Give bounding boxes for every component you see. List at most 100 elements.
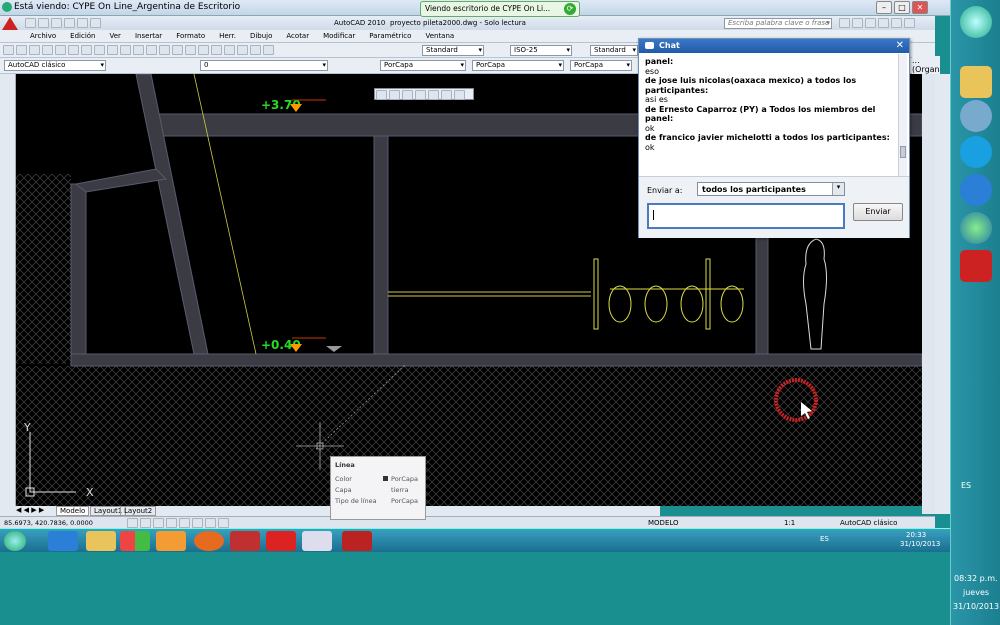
chat-close-icon[interactable]: ✕ — [896, 40, 904, 51]
folder-icon[interactable] — [960, 66, 992, 98]
ortho-toggle[interactable] — [153, 518, 164, 528]
polar-toggle[interactable] — [166, 518, 177, 528]
taskbar-windows-icon[interactable] — [120, 531, 150, 551]
zoom-icon[interactable] — [185, 45, 196, 55]
globe-icon[interactable] — [960, 212, 992, 244]
new-icon[interactable] — [3, 45, 14, 55]
block-editor-icon[interactable] — [133, 45, 144, 55]
cut-icon[interactable] — [81, 45, 92, 55]
taskbar-cype-icon[interactable] — [342, 531, 372, 551]
publish-icon[interactable] — [68, 45, 79, 55]
redo-icon[interactable] — [77, 18, 88, 28]
autocad-logo-icon[interactable] — [2, 17, 18, 30]
status-mode[interactable]: MODELO — [648, 519, 679, 527]
zoom-center-icon[interactable] — [428, 90, 439, 100]
messenger-icon[interactable] — [960, 100, 992, 132]
design-center-icon[interactable] — [237, 45, 248, 55]
chat-scrollbar[interactable] — [898, 54, 907, 176]
viewer-refresh-icon[interactable]: ⟳ — [564, 3, 576, 15]
calculator-icon[interactable] — [263, 45, 274, 55]
plot-icon[interactable] — [90, 18, 101, 28]
zoom-in-icon[interactable] — [441, 90, 452, 100]
osnap-toggle[interactable] — [179, 518, 190, 528]
lineweight-select[interactable]: PorCapa — [570, 60, 632, 71]
zoom-dynamic-icon[interactable] — [402, 90, 413, 100]
zoom-window-icon[interactable] — [198, 45, 209, 55]
zoom-scale-icon[interactable] — [415, 90, 426, 100]
skype-icon[interactable] — [960, 136, 992, 168]
message-input[interactable] — [647, 203, 845, 229]
taskbar-firefox-icon[interactable] — [194, 531, 224, 551]
new-icon[interactable] — [25, 18, 36, 28]
help-search-input[interactable]: Escriba palabra clave o frase — [724, 18, 832, 29]
workspace-switch[interactable]: AutoCAD clásico — [840, 519, 897, 527]
window-close-icon[interactable] — [904, 18, 915, 28]
send-to-select[interactable]: todos los participantes ▾ — [697, 182, 845, 196]
zoom-out-icon[interactable] — [454, 90, 465, 100]
redo-icon[interactable] — [159, 45, 170, 55]
start-orb-icon[interactable] — [960, 6, 992, 38]
linetype-select[interactable]: PorCapa — [472, 60, 564, 71]
otrack-toggle[interactable] — [192, 518, 203, 528]
wall-inner-box — [74, 168, 168, 193]
zoom-window-icon[interactable] — [389, 90, 400, 100]
grid-toggle[interactable] — [140, 518, 151, 528]
copy-icon[interactable] — [94, 45, 105, 55]
save-icon[interactable] — [51, 18, 62, 28]
annotation-scale[interactable]: 1:1 — [784, 519, 795, 527]
dyn-toggle[interactable] — [218, 518, 229, 528]
undo-icon[interactable] — [64, 18, 75, 28]
tab-nav-arrows[interactable]: ◀ ◀ ▶ ▶ — [16, 506, 44, 514]
match-properties-icon[interactable] — [120, 45, 131, 55]
snap-toggle[interactable] — [127, 518, 138, 528]
paste-icon[interactable] — [107, 45, 118, 55]
ducs-toggle[interactable] — [205, 518, 216, 528]
open-icon[interactable] — [16, 45, 27, 55]
send-to-label: Enviar a: — [647, 186, 683, 195]
star-icon[interactable] — [852, 18, 863, 28]
close-button[interactable]: ✕ — [912, 1, 928, 14]
cype-icon[interactable] — [960, 250, 992, 282]
zoom-realtime-icon[interactable] — [376, 90, 387, 100]
window-restore-icon[interactable] — [891, 18, 902, 28]
tray-lang[interactable]: ES — [820, 535, 829, 543]
taskbar-pdf-icon[interactable] — [266, 531, 296, 551]
taskbar-ie-icon[interactable] — [48, 531, 78, 551]
properties-icon[interactable] — [224, 45, 235, 55]
chevron-down-icon[interactable]: ▾ — [832, 183, 844, 195]
chat-scroll-thumb[interactable] — [900, 146, 906, 158]
start-button[interactable] — [4, 531, 26, 551]
minimize-button[interactable]: – — [876, 1, 892, 14]
print-icon[interactable] — [42, 45, 53, 55]
tray-date: 31/10/2013 — [900, 540, 941, 548]
window-minimize-icon[interactable] — [878, 18, 889, 28]
help-icon[interactable] — [865, 18, 876, 28]
save-icon[interactable] — [29, 45, 40, 55]
ie-icon[interactable] — [960, 174, 992, 206]
taskbar-media-icon[interactable] — [156, 531, 186, 551]
sidebar-lang[interactable]: ES — [961, 481, 971, 490]
table-style-select[interactable]: Standard — [590, 45, 638, 56]
maximize-button[interactable]: □ — [894, 1, 910, 14]
tool-palettes-icon[interactable] — [250, 45, 261, 55]
workspace-select[interactable]: AutoCAD clásico — [4, 60, 106, 71]
taskbar-autocad-icon[interactable] — [230, 531, 260, 551]
taskbar: ES 20:33 31/10/2013 — [0, 528, 950, 552]
text-style-select[interactable]: Standard — [422, 45, 484, 56]
layer-select[interactable]: 0 — [200, 60, 328, 71]
open-icon[interactable] — [38, 18, 49, 28]
color-select[interactable]: PorCapa — [380, 60, 466, 71]
taskbar-notepad-icon[interactable] — [302, 531, 332, 551]
taskbar-folder-icon[interactable] — [86, 531, 116, 551]
tab-modelo[interactable]: Modelo — [56, 506, 90, 516]
preview-icon[interactable] — [55, 45, 66, 55]
pan-icon[interactable] — [172, 45, 183, 55]
binoculars-icon[interactable] — [839, 18, 850, 28]
viewer-banner[interactable]: Viendo escritorio de CYPE On Li... ⟳ — [420, 1, 580, 17]
send-button[interactable]: Enviar — [853, 203, 903, 221]
undo-icon[interactable] — [146, 45, 157, 55]
wall-middle — [373, 135, 389, 355]
dim-style-select[interactable]: ISO-25 — [510, 45, 572, 56]
tab-layout2[interactable]: Layout2 — [120, 506, 157, 516]
zoom-previous-icon[interactable] — [211, 45, 222, 55]
